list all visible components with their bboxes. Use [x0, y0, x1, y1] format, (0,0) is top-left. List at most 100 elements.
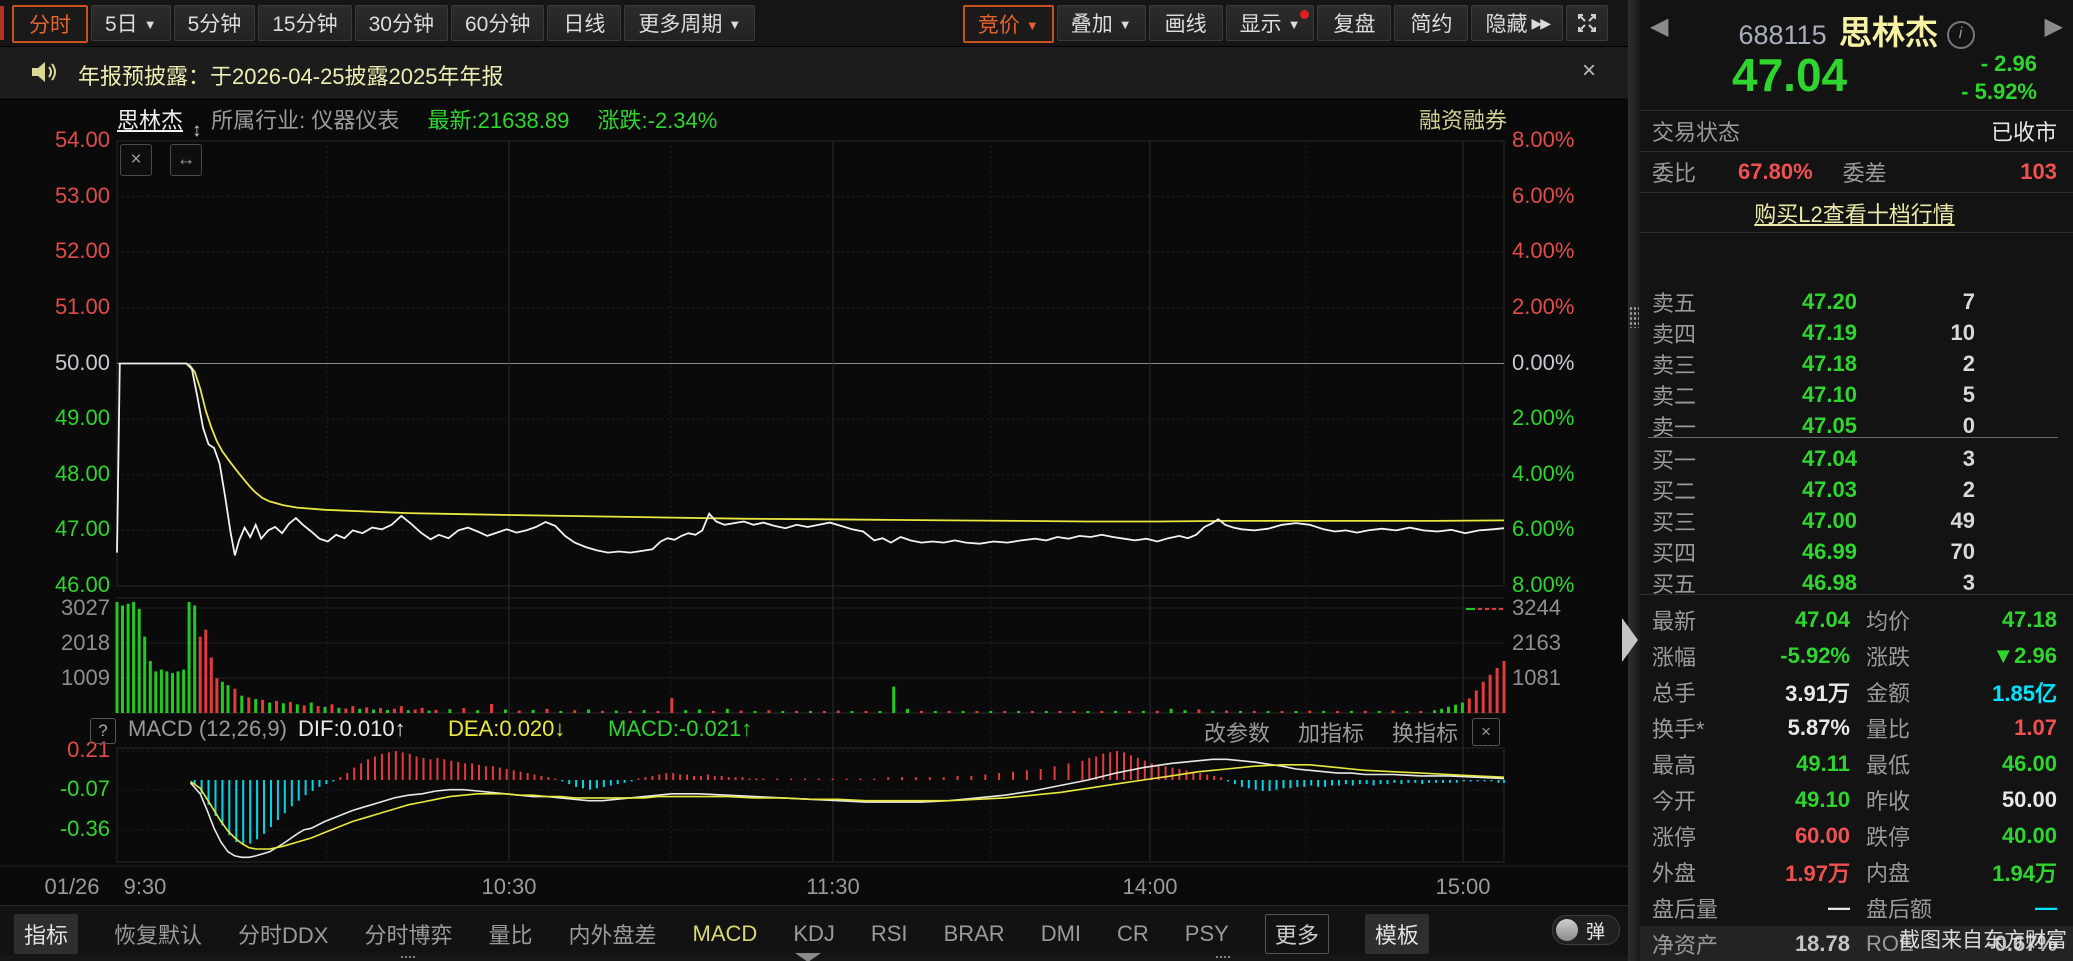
- macd-title[interactable]: MACD (12,26,9): [128, 716, 287, 742]
- bid-row-买一[interactable]: 买一 47.04 3: [1640, 443, 2073, 474]
- toolbar-button-15分钟[interactable]: 15分钟: [258, 5, 352, 41]
- macd-action-换指标[interactable]: 换指标: [1392, 716, 1458, 748]
- fullscreen-icon: [1578, 14, 1596, 32]
- price-axis-tick: 54.00: [54, 127, 110, 152]
- bottom-resize-strip: [0, 953, 1638, 961]
- status-label: 交易状态: [1652, 120, 1741, 145]
- overlay-close-icon[interactable]: ×: [120, 144, 152, 176]
- speaker-icon: [32, 62, 56, 82]
- indicator-tab-DMI[interactable]: DMI: [1041, 921, 1081, 947]
- collapse-panel-icon[interactable]: [795, 953, 821, 961]
- watermark: 截图来自东方财富: [1899, 929, 2067, 952]
- weibi-value: 67.80%: [1738, 159, 1813, 184]
- indicator-tab-内外盘差[interactable]: 内外盘差: [569, 918, 657, 950]
- stat-row-最新: 最新 47.04 均价 47.18: [1652, 607, 2057, 634]
- toolbar-button-更多周期[interactable]: 更多周期 ▼: [624, 5, 756, 41]
- notification-dot: [1300, 10, 1310, 19]
- last-price: 47.04: [1732, 49, 1848, 101]
- percent-axis-tick: 6.00%: [1512, 182, 1575, 208]
- margin-trading-tag[interactable]: 融资融券: [1419, 103, 1507, 135]
- toolbar-button-显示[interactable]: 显示 ▼: [1225, 5, 1315, 41]
- bid-row-买二[interactable]: 买二 47.03 2: [1640, 474, 2073, 505]
- bid-row-买四[interactable]: 买四 46.99 70: [1640, 536, 2073, 567]
- industry-label[interactable]: 所属行业: 仪器仪表: [211, 108, 399, 133]
- indicator-tab-更多[interactable]: 更多: [1264, 914, 1329, 954]
- indicator-tab-指标[interactable]: 指标: [14, 914, 79, 954]
- indicator-tab-MACD[interactable]: MACD: [693, 921, 758, 947]
- news-bar: 年报预披露：于2026-04-25披露2025年年报 ×: [0, 47, 1638, 98]
- next-stock-icon[interactable]: ▶: [2045, 12, 2063, 41]
- macd-action-加指标[interactable]: 加指标: [1298, 716, 1364, 748]
- indicator-tab-模板[interactable]: 模板: [1364, 914, 1429, 954]
- prev-stock-icon[interactable]: ◀: [1650, 12, 1668, 41]
- percent-axis-tick: 8.00%: [1512, 127, 1575, 152]
- indicator-tab-BRAR[interactable]: BRAR: [944, 921, 1005, 947]
- macd-dif-value: DIF:0.010↑: [298, 716, 406, 741]
- macd-action-改参数[interactable]: 改参数: [1204, 716, 1270, 748]
- price-axis-tick: 52.00: [54, 238, 110, 264]
- danmu-toggle[interactable]: 弹: [1552, 915, 1620, 945]
- indicator-tab-CR[interactable]: CR: [1117, 921, 1149, 947]
- stock-code: 688115: [1738, 20, 1827, 50]
- drag-dots-icon[interactable]: [400, 955, 416, 960]
- drag-dots-icon[interactable]: [1215, 955, 1231, 960]
- indicator-tab-量比[interactable]: 量比: [489, 918, 533, 950]
- toolbar-button-60分钟[interactable]: 60分钟: [450, 5, 545, 41]
- toolbar-button-简约[interactable]: 简约: [1394, 5, 1469, 41]
- toolbar-button-隐藏[interactable]: 隐藏 ▶▶: [1471, 5, 1563, 41]
- ask-row-卖三[interactable]: 卖三 47.18 2: [1640, 348, 2073, 379]
- indicator-tab-PSY[interactable]: PSY: [1185, 921, 1229, 947]
- change-value: - 2.96: [1980, 51, 2037, 76]
- toolbar-button-叠加[interactable]: 叠加 ▼: [1056, 5, 1146, 41]
- danmu-toggle-label: 弹: [1586, 921, 1606, 943]
- stat-row-外盘: 外盘 1.97万 内盘 1.94万: [1652, 861, 2057, 886]
- l2-purchase-link[interactable]: 购买L2查看十档行情: [1652, 197, 2057, 229]
- ask-row-卖五[interactable]: 卖五 47.20 7: [1640, 286, 2073, 317]
- toolbar-button-竞价[interactable]: 竞价 ▼: [962, 5, 1054, 43]
- stock-name-link[interactable]: 思林杰: [117, 108, 183, 133]
- macd-label-row: ? MACD (12,26,9) DIF:0.010↑ DEA:0.020↓ M…: [0, 716, 1628, 748]
- toggle-knob-icon: [1556, 919, 1578, 941]
- stock-app-window: 分时 5日 ▼ 5分钟 15分钟 30分钟 60分钟 日线 更多周期 ▼ 竞价 ▼ 叠加 ▼ 画线 显示 ▼ 复…: [0, 0, 2073, 961]
- weibi-label: 委比: [1652, 161, 1697, 186]
- indicator-tab-恢复默认[interactable]: 恢复默认: [114, 918, 202, 950]
- percent-axis-tick: 2.00%: [1512, 405, 1575, 431]
- panel-collapse-arrow-icon[interactable]: [1622, 618, 1638, 662]
- toolbar-button-画线[interactable]: 画线: [1148, 5, 1223, 41]
- status-value: 已收市: [1990, 120, 2057, 145]
- macd-macd-value: MACD:-0.021↑: [608, 716, 753, 741]
- help-icon[interactable]: ?: [90, 718, 116, 744]
- stat-row-最高: 最高 49.11 最低 46.00: [1652, 751, 2057, 778]
- indicator-tab-RSI[interactable]: RSI: [871, 921, 908, 947]
- toolbar-button-复盘[interactable]: 复盘: [1317, 5, 1392, 41]
- indicator-tab-分时DDX[interactable]: 分时DDX: [238, 918, 328, 950]
- price-axis-tick: 50.00: [54, 349, 110, 375]
- volume-axis-tick: 2163: [1512, 630, 1561, 655]
- divider-drag-icon[interactable]: [1629, 306, 1639, 328]
- ask-row-卖四[interactable]: 卖四 47.19 10: [1640, 317, 2073, 348]
- bid-ask-divider: [1648, 437, 2058, 438]
- news-close-icon[interactable]: ×: [1582, 57, 1596, 85]
- bid-row-买三[interactable]: 买三 47.00 49: [1640, 505, 2073, 536]
- overlay-hrange-icon[interactable]: ↔: [170, 144, 202, 176]
- percent-axis-tick: 4.00%: [1512, 238, 1575, 264]
- toolbar-button-5分钟[interactable]: 5分钟: [173, 5, 256, 41]
- panel-divider[interactable]: [1622, 0, 1640, 961]
- news-text[interactable]: 年报预披露：于2026-04-25披露2025年年报: [78, 59, 503, 91]
- toolbar-button-5日[interactable]: 5日 ▼: [91, 5, 171, 41]
- ask-row-卖二[interactable]: 卖二 47.10 5: [1640, 379, 2073, 410]
- indicator-tab-分时博弈[interactable]: 分时博弈: [364, 918, 452, 950]
- indicator-tab-KDJ[interactable]: KDJ: [793, 921, 835, 947]
- chart-header: 思林杰 所属行业: 仪器仪表 最新:21638.89 涨跌:-2.34% 融资融…: [117, 103, 1507, 135]
- toolbar-button-30分钟[interactable]: 30分钟: [354, 5, 448, 41]
- time-axis-tick: 10:30: [481, 874, 537, 899]
- overlay-vrange-icon[interactable]: ↕: [192, 120, 202, 142]
- toolbar-button-分时[interactable]: 分时: [12, 5, 88, 43]
- info-icon[interactable]: i: [1946, 21, 1975, 49]
- macd-close-icon[interactable]: ×: [1472, 718, 1500, 746]
- stat-row-涨幅: 涨幅 -5.92% 涨跌 ▼2.96: [1652, 643, 2057, 670]
- volume-axis-tick: 2018: [61, 630, 110, 655]
- toolbar-button-日线[interactable]: 日线: [547, 5, 622, 41]
- quote-panel: ◀ 688115 思林杰 i ▶ 47.04 - 2.96 - 5.92% 交易…: [1640, 0, 2073, 961]
- fullscreen-button[interactable]: [1566, 5, 1608, 41]
